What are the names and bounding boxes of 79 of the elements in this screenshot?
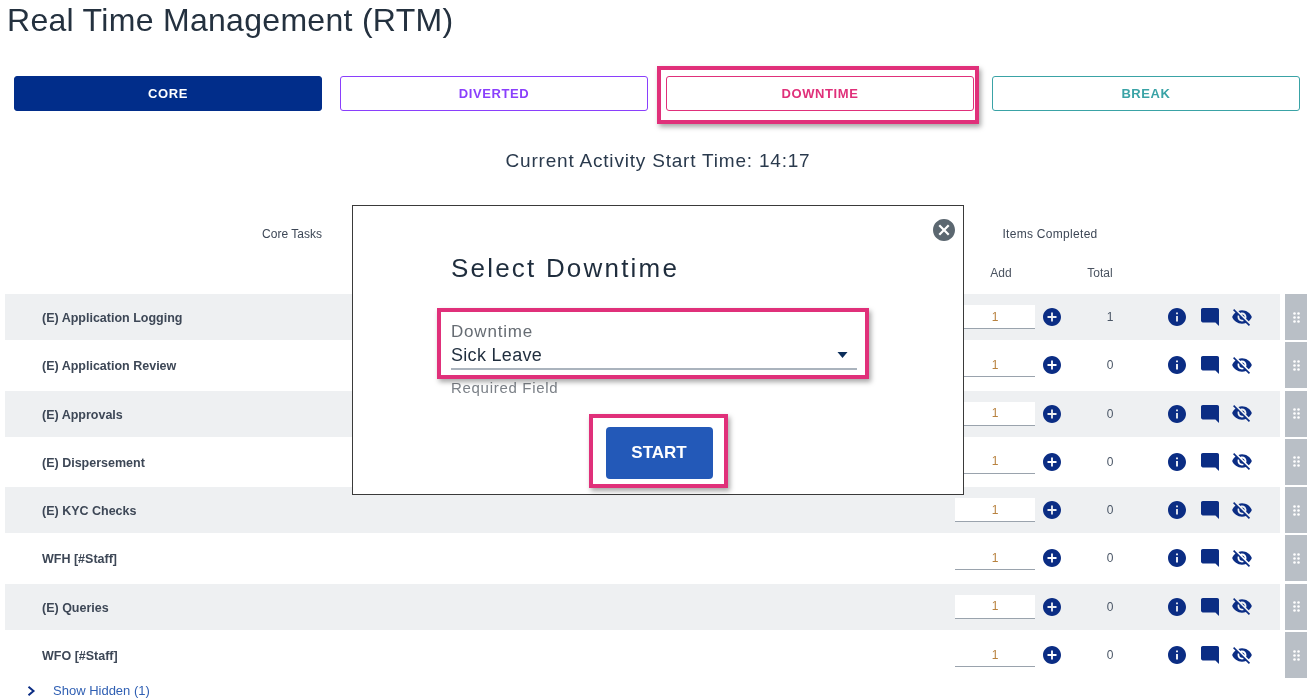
comment-icon[interactable] <box>1201 597 1219 616</box>
hide-icon[interactable] <box>1232 550 1252 567</box>
drag-handle[interactable] <box>1285 342 1307 389</box>
total-count: 1 <box>1106 309 1114 326</box>
hide-icon[interactable] <box>1232 405 1252 423</box>
total-count: 0 <box>1106 502 1114 520</box>
task-name: (E) Dispersement <box>42 455 145 470</box>
task-name: WFO [#Staff] <box>42 649 118 664</box>
total-count: 0 <box>1106 647 1114 665</box>
activity-start-time: Current Activity Start Time: 14:17 <box>505 149 811 173</box>
grip-dots-icon <box>1292 456 1300 468</box>
quantity-input[interactable]: 1 <box>955 594 1035 619</box>
drag-handle[interactable] <box>1285 583 1307 630</box>
grip-dots-icon <box>1292 311 1300 323</box>
hide-icon[interactable] <box>1232 356 1252 374</box>
info-icon[interactable] <box>1168 308 1186 326</box>
hide-icon[interactable] <box>1232 308 1252 326</box>
column-header: Items Completed <box>1002 226 1098 243</box>
downtime-select[interactable]: Sick Leave <box>451 342 857 370</box>
task-name: WFH [#Staff] <box>42 552 117 567</box>
comment-icon[interactable] <box>1201 452 1219 471</box>
close-icon[interactable] <box>933 219 955 241</box>
info-icon[interactable] <box>1168 597 1186 616</box>
comment-icon[interactable] <box>1201 308 1219 326</box>
caret-icon <box>837 352 848 358</box>
drag-handle[interactable] <box>1285 438 1307 485</box>
dialog-title: Select Downtime <box>451 253 680 283</box>
quantity-input[interactable]: 1 <box>955 643 1035 668</box>
drag-handle[interactable] <box>1285 487 1307 534</box>
field-label: Downtime <box>451 322 533 342</box>
drag-handle[interactable] <box>1285 632 1307 679</box>
start-button[interactable]: START <box>605 427 713 479</box>
comment-icon[interactable] <box>1201 501 1219 520</box>
hide-icon[interactable] <box>1232 501 1252 519</box>
info-icon[interactable] <box>1168 404 1186 423</box>
hide-icon[interactable] <box>1232 453 1252 471</box>
total-count: 0 <box>1106 598 1114 616</box>
grip-dots-icon <box>1292 504 1300 516</box>
tab[interactable]: CORE <box>14 76 322 111</box>
drag-handle[interactable] <box>1285 294 1307 340</box>
helper-text: Required Field <box>451 380 559 395</box>
task-name: (E) KYC Checks <box>42 504 137 519</box>
comment-icon[interactable] <box>1201 549 1219 568</box>
task-name: (E) Application Logging <box>42 311 183 325</box>
grip-dots-icon <box>1292 408 1300 420</box>
comment-icon[interactable] <box>1201 404 1219 423</box>
info-icon[interactable] <box>1168 549 1186 568</box>
column-header: Add <box>990 265 1012 282</box>
total-count: 0 <box>1106 405 1114 423</box>
grip-dots-icon <box>1292 649 1300 661</box>
info-icon[interactable] <box>1168 356 1186 375</box>
drag-handle[interactable] <box>1285 535 1307 582</box>
info-icon[interactable] <box>1168 646 1186 665</box>
grip-dots-icon <box>1292 359 1300 371</box>
task-name: (E) Approvals <box>42 407 123 422</box>
comment-icon[interactable] <box>1201 646 1219 665</box>
tab[interactable]: DIVERTED <box>340 76 648 111</box>
hide-icon[interactable] <box>1232 598 1252 616</box>
quantity-input[interactable]: 1 <box>955 498 1035 523</box>
total-count: 0 <box>1106 357 1114 375</box>
column-header: Total <box>1087 265 1113 282</box>
column-header: Core Tasks <box>262 226 322 243</box>
task-name: (E) Queries <box>42 600 109 615</box>
quantity-input[interactable]: 1 <box>955 546 1035 571</box>
show-hidden-link[interactable]: Show Hidden (1) <box>53 683 150 698</box>
total-count: 0 <box>1106 550 1114 568</box>
grip-dots-icon <box>1292 553 1300 564</box>
tab[interactable]: DOWNTIME <box>666 76 974 111</box>
tab[interactable]: BREAK <box>992 76 1300 111</box>
total-count: 0 <box>1106 453 1114 471</box>
drag-handle[interactable] <box>1285 390 1307 437</box>
chevron-right-icon[interactable] <box>26 685 36 696</box>
page-title: Real Time Management (RTM) <box>7 1 454 39</box>
task-name: (E) Application Review <box>42 359 177 374</box>
grip-dots-icon <box>1292 601 1300 613</box>
hide-icon[interactable] <box>1232 646 1252 664</box>
info-icon[interactable] <box>1168 501 1186 520</box>
info-icon[interactable] <box>1168 452 1186 471</box>
comment-icon[interactable] <box>1201 356 1219 375</box>
